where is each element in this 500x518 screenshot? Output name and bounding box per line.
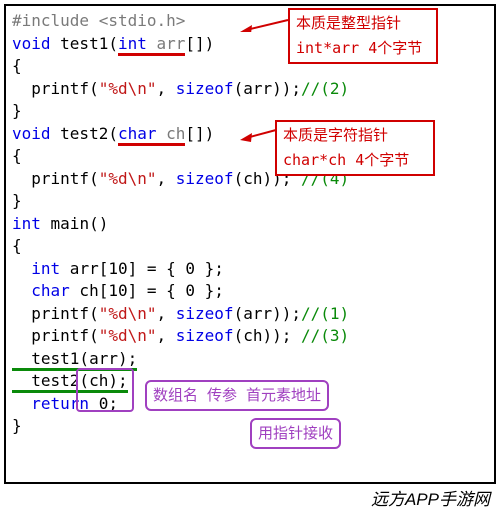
annotation-text: 数组名 传参 首元素地址 [153,386,321,404]
annotation-text: 本质是字符指针 [283,125,427,146]
code-line: int arr[10] = { 0 }; [12,258,488,281]
code-line: { [12,235,488,258]
keyword-sizeof: sizeof [176,326,234,345]
string-literal: "%d\n" [99,304,157,323]
type-char: char [31,281,70,300]
code-line: printf("%d\n", sizeof(arr));//(2) [12,78,488,101]
param-ch: ch [157,124,186,146]
func-name: test1( [51,34,118,53]
code-line: test1(arr); [12,348,488,371]
type-int: int [12,214,41,233]
param-arr: arr [147,34,186,56]
comment: //(1) [301,304,349,323]
watermark-text: 远方APP手游网 [371,485,490,510]
arrow-icon [238,124,278,144]
code-line: int main() [12,213,488,236]
type-int: int [31,259,60,278]
keyword-sizeof: sizeof [176,79,234,98]
code-line: } [12,190,488,213]
comment: //(3) [301,326,349,345]
arrow-icon [238,12,290,32]
string-literal: "%d\n" [99,326,157,345]
func-name: test2( [51,124,118,143]
brackets: []) [185,124,214,143]
annotation-text: int*arr 4个字节 [296,38,430,59]
comment: //(2) [301,79,349,98]
type-char: char [118,124,157,146]
keyword-sizeof: sizeof [176,169,234,188]
code-line: printf("%d\n", sizeof(ch)); //(3) [12,325,488,348]
annotation-text: 用指针接收 [258,424,333,442]
code-line: printf("%d\n", sizeof(arr));//(1) [12,303,488,326]
annotation-pointer-receive: 用指针接收 [250,418,341,449]
keyword: void [12,34,51,53]
annotation-text: char*ch 4个字节 [283,150,427,171]
code-line: char ch[10] = { 0 }; [12,280,488,303]
brackets: []) [185,34,214,53]
keyword: void [12,124,51,143]
code-container: #include <stdio.h> void test1(int arr[])… [4,4,496,484]
func-main: main() [41,214,108,233]
annotation-array-param: 数组名 传参 首元素地址 [145,380,329,411]
keyword-sizeof: sizeof [176,304,234,323]
annotation-char-pointer: 本质是字符指针 char*ch 4个字节 [275,120,435,176]
bracket-args [76,368,134,412]
string-literal: "%d\n" [99,79,157,98]
string-literal: "%d\n" [99,169,157,188]
annotation-int-pointer: 本质是整型指针 int*arr 4个字节 [288,8,438,64]
annotation-text: 本质是整型指针 [296,13,430,34]
type-int: int [118,34,147,56]
preprocessor: #include <stdio.h> [12,11,185,30]
